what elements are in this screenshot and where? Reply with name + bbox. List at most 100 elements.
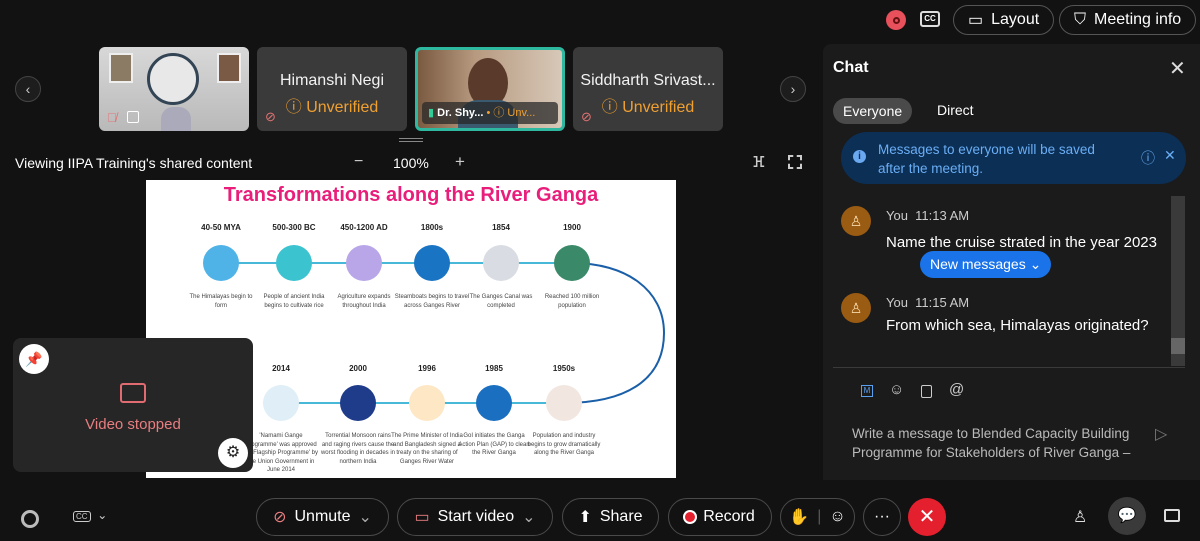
participants-icon[interactable]: ♙ (1073, 507, 1087, 527)
record-label: Record (703, 508, 755, 525)
new-messages-button[interactable]: New messages ⌄ (920, 251, 1052, 278)
timeline-year: 2000 (349, 364, 367, 373)
tab-direct[interactable]: Direct (937, 102, 974, 118)
timeline-icon (414, 245, 450, 281)
start-video-label: Start video (437, 508, 515, 525)
pin-button[interactable]: 📌 (19, 344, 49, 374)
emoji-icon[interactable]: ☺ (889, 381, 904, 398)
message-input[interactable]: Write a message to Blended Capacity Buil… (852, 424, 1142, 462)
tab-everyone[interactable]: Everyone (833, 98, 913, 124)
chat-scrollbar[interactable] (1171, 196, 1185, 366)
unmute-label: Unmute (294, 508, 351, 525)
cc-icon[interactable]: CC (920, 11, 940, 27)
settings-button[interactable]: ⚙ (218, 438, 248, 468)
timeline-description: The Prime Minister of India and Banglade… (391, 433, 463, 465)
files-icon[interactable] (1164, 509, 1180, 522)
unmute-button[interactable]: ⊘ Unmute ⌄ (256, 498, 389, 536)
recording-indicator[interactable] (886, 10, 906, 30)
fullscreen-icon[interactable] (788, 155, 802, 169)
participant-name: Dr. Shy... (437, 107, 484, 119)
timeline-year: 1854 (492, 223, 510, 232)
shield-icon: ⛉ (1074, 11, 1087, 28)
timeline-year: 500-300 BC (272, 223, 316, 232)
participant-tile-active[interactable]: ▮ Dr. Shy... • ⓘ Unv... (415, 47, 565, 131)
layout-button[interactable]: ▭ Layout (953, 5, 1055, 35)
video-stopped-label: Video stopped (85, 416, 181, 433)
timeline-icon (546, 385, 582, 421)
timeline-icon (346, 245, 382, 281)
video-off-icon: ▭ (414, 509, 430, 526)
resize-handle[interactable] (399, 138, 423, 142)
timeline-year: 40-50 MYA (201, 223, 241, 232)
slide-title: Transformations along the River Ganga (223, 184, 599, 206)
participant-tile-video[interactable]: 🎙̸ (99, 47, 249, 131)
timeline-description: Population and industry begins to grow d… (527, 433, 601, 456)
meeting-info-label: Meeting info (1094, 11, 1182, 28)
start-video-button[interactable]: ▭ Start video ⌄ (397, 498, 553, 536)
notice-text: Messages to everyone will be saved after… (878, 142, 1095, 176)
raise-hand-icon[interactable]: ✋ (789, 507, 809, 527)
muted-mic-icon: ⊘ (581, 109, 592, 124)
reactions-group[interactable]: ✋ | ☺ (780, 498, 855, 536)
share-label: Share (599, 508, 643, 525)
unverified-badge: ⓘ Unverified (601, 99, 695, 116)
timeline-description: Reached 100 million population (544, 294, 600, 309)
participant-tile[interactable]: Siddharth Srivast... ⓘ Unverified ⊘ (573, 47, 723, 131)
timeline-description: GoI initiates the Ganga Action Plan (GAP… (458, 433, 530, 456)
timeline-icon (476, 385, 512, 421)
share-screen-icon (127, 111, 139, 123)
viewing-share-text: Viewing IIPA Training's shared content (15, 155, 253, 171)
muted-mic-icon: ⊘ (273, 509, 287, 526)
unverified-badge: • ⓘ Unv... (486, 107, 536, 119)
markdown-icon[interactable]: M (861, 385, 873, 397)
leave-meeting-button[interactable]: ✕ (908, 498, 946, 536)
gif-icon[interactable] (921, 385, 932, 398)
reaction-icon[interactable]: ☺ (829, 508, 845, 526)
participant-name: Siddharth Srivast... (580, 72, 716, 89)
share-icon: ⬆ (578, 509, 592, 526)
record-button[interactable]: Record (668, 498, 772, 536)
chat-button[interactable]: 💬 (1108, 497, 1146, 535)
timeline-year: 2014 (272, 364, 290, 373)
avatar: ♙ (841, 293, 871, 323)
message-meta: You 11:13 AM (886, 208, 970, 223)
layout-label: Layout (991, 11, 1040, 28)
timeline-description: Steamboats begins to travel across Gange… (394, 294, 470, 309)
mention-icon[interactable]: @ (949, 381, 964, 398)
record-icon (685, 512, 696, 522)
self-view-panel: 📌 Video stopped ⚙ (13, 338, 253, 472)
share-button[interactable]: ⬆ Share (562, 498, 659, 536)
participant-tile[interactable]: Himanshi Negi ⓘ Unverified ⊘ (257, 47, 407, 131)
help-icon[interactable]: ⓘ (1141, 148, 1155, 168)
muted-mic-icon: ⊘ (265, 109, 276, 124)
timeline-icon (276, 245, 312, 281)
save-notice: i Messages to everyone will be saved aft… (841, 132, 1186, 184)
timeline-icon (554, 245, 590, 281)
annotate-icon[interactable]: ⴼ (752, 153, 765, 171)
captions-button[interactable]: CC ⌄ (73, 508, 107, 522)
zoom-in-button[interactable]: + (455, 152, 465, 172)
timeline-description: 'Namami Gange Programme' was approved as… (244, 433, 318, 473)
participant-name: Himanshi Negi (279, 72, 385, 89)
timeline-description: Agriculture expands throughout India (337, 294, 391, 309)
app-logo-icon (21, 510, 39, 528)
next-participants-button[interactable]: › (780, 76, 806, 102)
message-text: From which sea, Himalayas originated? (886, 317, 1149, 334)
dismiss-notice-icon[interactable]: ✕ (1164, 147, 1176, 164)
chat-panel: Chat ✕ Everyone Direct i Messages to eve… (823, 44, 1200, 480)
unverified-badge: ⓘ Unverified (285, 99, 379, 116)
timeline-icon (483, 245, 519, 281)
timeline-year: 1985 (485, 364, 503, 373)
send-icon[interactable]: ▷ (1155, 424, 1167, 444)
timeline-icon (409, 385, 445, 421)
zoom-level: 100% (393, 155, 429, 171)
close-chat-icon[interactable]: ✕ (1169, 56, 1186, 81)
info-icon: i (853, 150, 866, 163)
timeline-year: 1900 (563, 223, 581, 232)
prev-participants-button[interactable]: ‹ (15, 76, 41, 102)
zoom-out-button[interactable]: − (354, 153, 363, 171)
more-options-button[interactable]: ··· (863, 498, 901, 536)
timeline-year: 1800s (420, 223, 444, 232)
meeting-info-button[interactable]: ⛉ Meeting info (1059, 5, 1197, 35)
timeline-icon (203, 245, 239, 281)
